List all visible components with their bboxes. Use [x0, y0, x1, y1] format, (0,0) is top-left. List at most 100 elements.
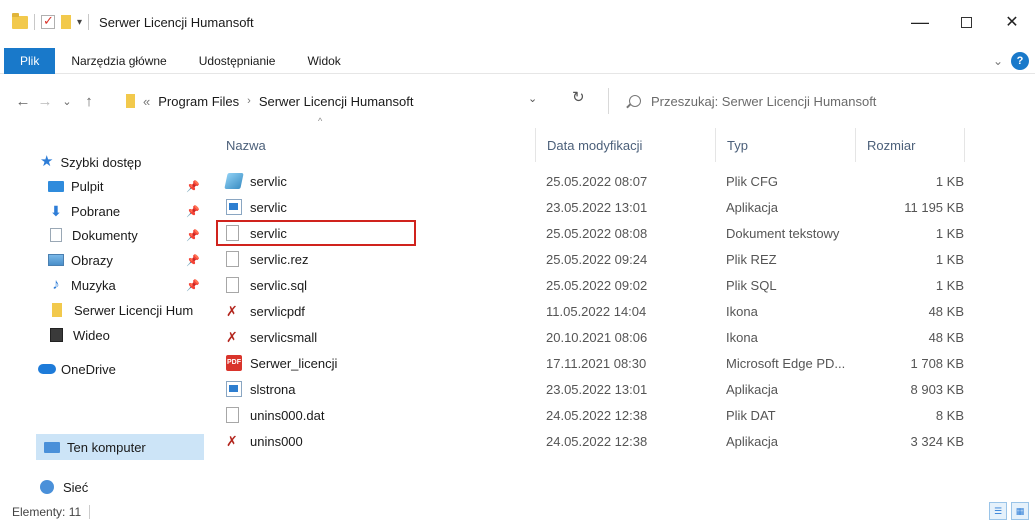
file-name: Serwer_licencji [250, 355, 338, 371]
file-type: Plik REZ [726, 251, 777, 267]
column-header-date[interactable]: Data modyfikacji [536, 128, 716, 162]
nav-downloads[interactable]: ⬇ Pobrane 📌 [48, 198, 200, 224]
search-input[interactable]: Przeszukaj: Serwer Licencji Humansoft [608, 88, 1028, 114]
nav-onedrive[interactable]: OneDrive [38, 356, 200, 382]
nav-quick-access[interactable]: ★ Szybki dostęp [40, 149, 200, 175]
file-name: servlic [250, 199, 287, 215]
application-icon [226, 199, 242, 215]
nav-music[interactable]: ♪ Muzyka 📌 [48, 272, 200, 298]
maximize-button[interactable] [943, 0, 989, 44]
column-header-size[interactable]: Rozmiar [856, 128, 965, 162]
file-row[interactable]: ✗ servlicpdf 11.05.2022 14:04 Ikona 48 KB [215, 298, 975, 324]
cfg-file-icon [224, 173, 244, 189]
file-date: 24.05.2022 12:38 [546, 407, 648, 423]
file-type: Aplikacja [726, 433, 779, 449]
file-row[interactable]: servlic.rez 25.05.2022 09:24 Plik REZ 1 … [215, 246, 975, 272]
file-row[interactable]: PDF Serwer_licencji 17.11.2021 08:30 Micr… [215, 350, 975, 376]
star-icon: ★ [40, 153, 54, 170]
file-date: 17.11.2021 08:30 [546, 355, 647, 371]
expand-ribbon-icon[interactable]: ⌄ [993, 54, 1003, 68]
nav-label: Pulpit [71, 178, 104, 194]
nav-pictures[interactable]: Obrazy 📌 [48, 247, 200, 273]
file-type: Plik DAT [726, 407, 776, 423]
pin-icon[interactable]: 📌 [186, 180, 200, 193]
properties-check-icon[interactable] [41, 13, 55, 29]
file-date: 23.05.2022 13:01 [546, 199, 648, 215]
nav-network[interactable]: Sieć [40, 474, 200, 500]
file-size: 1 708 KB [910, 355, 965, 371]
file-type: Aplikacja [726, 381, 779, 397]
nav-label: Muzyka [71, 277, 116, 293]
file-date: 25.05.2022 08:07 [546, 173, 648, 189]
help-icon[interactable]: ? [1011, 52, 1029, 70]
file-name: servlic.sql [250, 277, 308, 293]
overflow-crumbs-button[interactable]: « [143, 94, 150, 109]
large-icons-view-icon[interactable]: ▦ [1011, 502, 1029, 520]
ribbon-tabs: Plik Narzędzia główne Udostępnianie Wido… [0, 47, 1035, 74]
file-size: 48 KB [928, 303, 964, 319]
file-size: 1 KB [935, 173, 964, 189]
tab-share[interactable]: Udostępnianie [183, 48, 292, 74]
nav-label: Sieć [63, 479, 89, 495]
divider [34, 14, 35, 30]
details-view-icon[interactable]: ☰ [989, 502, 1007, 520]
pin-icon[interactable]: 📌 [186, 229, 200, 242]
file-date: 23.05.2022 13:01 [546, 381, 648, 397]
tab-view[interactable]: Widok [291, 48, 356, 74]
refresh-button[interactable]: ↻ [572, 88, 585, 106]
pin-icon[interactable]: 📌 [186, 254, 200, 267]
file-row[interactable]: slstrona 23.05.2022 13:01 Aplikacja 8 90… [215, 376, 975, 402]
close-button[interactable]: ✕ [989, 0, 1035, 44]
folder-icon [12, 12, 28, 29]
divider [88, 14, 90, 30]
breadcrumb-separator[interactable]: › [247, 95, 251, 107]
nav-label: OneDrive [61, 361, 116, 377]
address-bar[interactable]: « Program Files › Serwer Licencji Humans… [120, 88, 608, 114]
document-icon [50, 228, 62, 242]
file-row[interactable]: servlic 25.05.2022 08:07 Plik CFG 1 KB [215, 168, 975, 194]
computer-icon [44, 441, 60, 453]
nav-documents[interactable]: Dokumenty 📌 [50, 222, 200, 248]
pictures-icon [48, 254, 64, 266]
file-type: Dokument tekstowy [726, 225, 840, 241]
nav-this-pc[interactable]: Ten komputer [36, 434, 204, 460]
icon-file-icon: ✗ [226, 329, 238, 345]
breadcrumb-current-folder[interactable]: Serwer Licencji Humansoft [259, 94, 414, 109]
nav-videos[interactable]: Wideo [50, 322, 200, 348]
desktop-icon [48, 180, 64, 192]
divider [89, 505, 91, 519]
folder-icon [52, 303, 62, 317]
file-size: 1 KB [935, 225, 964, 241]
back-button[interactable]: ← [12, 93, 34, 110]
pin-icon[interactable]: 📌 [186, 279, 200, 292]
breadcrumb-program-files[interactable]: Program Files [158, 94, 239, 109]
customize-toolbar-icon[interactable]: ▾ [77, 17, 82, 28]
blank-file-icon [226, 277, 239, 293]
file-name: servlicsmall [250, 329, 318, 345]
nav-serwer-licencji[interactable]: Serwer Licencji Hum [52, 297, 202, 323]
tab-file[interactable]: Plik [4, 47, 56, 74]
column-header-name[interactable]: Nazwa [215, 128, 536, 162]
forward-button[interactable]: → [34, 93, 56, 110]
file-size: 8 903 KB [910, 381, 965, 397]
tab-home[interactable]: Narzędzia główne [55, 48, 182, 74]
file-name: servlic.rez [250, 251, 309, 267]
file-row[interactable]: unins000.dat 24.05.2022 12:38 Plik DAT 8… [215, 402, 975, 428]
up-button[interactable]: ↑ [78, 93, 100, 110]
new-folder-icon[interactable] [61, 15, 71, 29]
file-row[interactable]: ✗ servlicsmall 20.10.2021 08:06 Ikona 48 … [215, 324, 975, 350]
search-icon [629, 95, 641, 107]
file-row[interactable]: ✗ unins000 24.05.2022 12:38 Aplikacja 3 3… [215, 428, 975, 454]
highlight-box [216, 220, 416, 246]
recent-locations-button[interactable]: ⌄ [56, 95, 78, 108]
address-dropdown-button[interactable]: ⌄ [528, 92, 537, 105]
minimize-button[interactable]: — [897, 0, 943, 44]
file-row[interactable]: servlic.sql 25.05.2022 09:02 Plik SQL 1 … [215, 272, 975, 298]
file-type: Ikona [726, 303, 758, 319]
file-name: servlicpdf [250, 303, 305, 319]
file-row[interactable]: servlic 23.05.2022 13:01 Aplikacja 11 19… [215, 194, 975, 220]
file-size: 48 KB [928, 329, 964, 345]
column-header-type[interactable]: Typ [716, 128, 856, 162]
nav-desktop[interactable]: Pulpit 📌 [48, 173, 200, 199]
pin-icon[interactable]: 📌 [186, 205, 200, 218]
